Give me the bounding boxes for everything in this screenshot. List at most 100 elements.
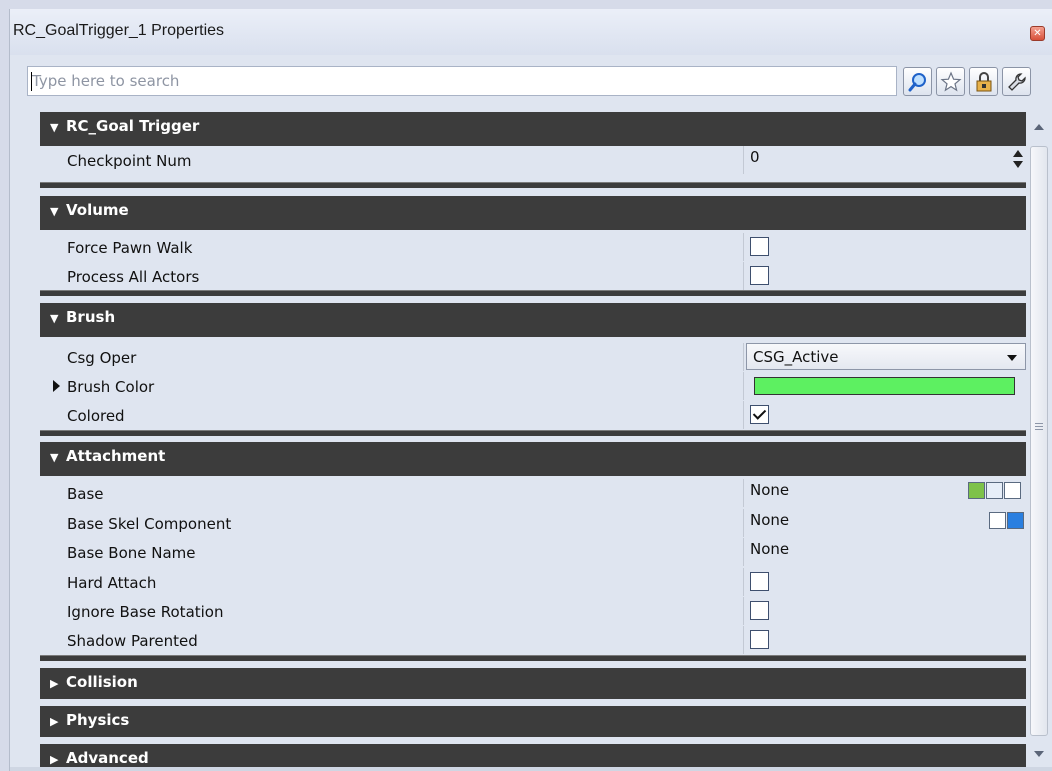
scroll-up-icon[interactable] [1034,124,1044,130]
column-divider[interactable] [743,568,744,596]
column-divider[interactable] [743,343,744,371]
column-divider[interactable] [743,538,744,566]
category-label: Brush [66,308,116,326]
checkpoint-num-field[interactable]: 0 [750,148,760,166]
csg-oper-dropdown[interactable]: CSG_Active [746,343,1026,370]
property-row-shadow-parented[interactable]: Shadow Parented [40,626,1026,654]
process-all-actors-checkbox[interactable] [750,266,769,285]
property-row-csg-oper[interactable]: Csg Oper CSG_Active [40,343,1026,371]
column-divider[interactable] [743,146,744,174]
category-footer [40,655,1026,661]
spin-down-icon[interactable] [1013,161,1023,168]
property-row-ignore-base-rotation[interactable]: Ignore Base Rotation [40,597,1026,625]
property-label: Base [67,485,104,503]
colored-checkbox[interactable] [750,405,769,424]
expand-arrow-icon[interactable] [53,380,60,392]
property-row-base-bone-name[interactable]: Base Bone Name None [40,538,1026,566]
star-icon [939,70,962,92]
category-volume[interactable]: ▼ Volume [40,196,1026,230]
column-divider[interactable] [743,372,744,400]
search-input[interactable] [28,67,896,95]
category-attachment[interactable]: ▼ Attachment [40,442,1026,476]
property-label: Csg Oper [67,349,137,367]
property-label: Force Pawn Walk [67,239,193,257]
clear-icon[interactable] [1004,482,1021,499]
close-icon: ✕ [1033,28,1042,39]
search-box[interactable] [27,66,897,96]
collapsed-arrow-icon: ▶ [50,677,59,690]
brush-color-swatch[interactable] [754,377,1015,395]
number-spinner[interactable] [1011,150,1025,172]
property-row-brush-color[interactable]: Brush Color [40,372,1026,400]
expanded-arrow-icon: ▼ [50,312,59,325]
grip-icon [1035,423,1043,432]
base-bone-name-field[interactable]: None [750,540,789,558]
property-label: Colored [67,407,125,425]
property-row-process-all-actors[interactable]: Process All Actors [40,262,1026,290]
property-row-colored[interactable]: Colored [40,401,1026,429]
force-pawn-walk-checkbox[interactable] [750,237,769,256]
ignore-base-rotation-checkbox[interactable] [750,601,769,620]
category-brush[interactable]: ▼ Brush [40,303,1026,337]
column-divider[interactable] [743,401,744,429]
column-divider[interactable] [743,597,744,625]
expanded-arrow-icon: ▼ [50,205,59,218]
property-label: Checkpoint Num [67,152,192,170]
clear-icon[interactable] [989,512,1006,529]
property-row-hard-attach[interactable]: Hard Attach [40,568,1026,596]
category-collision[interactable]: ▶ Collision [40,668,1026,699]
property-row-base-skel-component[interactable]: Base Skel Component None [40,509,1026,537]
column-divider[interactable] [743,262,744,290]
favorites-button[interactable] [936,67,965,96]
column-divider[interactable] [743,233,744,261]
vertical-scrollbar[interactable] [1028,112,1050,767]
category-label: Volume [66,201,129,219]
category-label: Advanced [66,749,149,767]
category-label: Collision [66,673,138,691]
collapsed-arrow-icon: ▶ [50,753,59,766]
property-row-checkpoint-num[interactable]: Checkpoint Num 0 [40,146,1026,174]
base-skel-component-value: None [750,511,790,529]
property-row-base[interactable]: Base None [40,479,1026,507]
collapsed-arrow-icon: ▶ [50,715,59,728]
category-footer [40,182,1026,188]
close-button[interactable]: ✕ [1030,26,1045,41]
lock-button[interactable] [969,67,998,96]
category-label: Physics [66,711,130,729]
shadow-parented-checkbox[interactable] [750,630,769,649]
base-skel-actions [989,512,1024,532]
expanded-arrow-icon: ▼ [50,451,59,464]
category-label: Attachment [66,447,166,465]
property-label: Base Bone Name [67,544,196,562]
window-title: RC_GoalTrigger_1 Properties [13,22,225,39]
properties-window: RC_GoalTrigger_1 Properties ✕ ▼ RC_Goal T… [9,9,1052,771]
property-label: Ignore Base Rotation [67,603,224,621]
hard-attach-checkbox[interactable] [750,572,769,591]
find-icon[interactable] [986,482,1003,499]
use-selected-icon[interactable] [968,482,985,499]
column-divider[interactable] [743,509,744,537]
column-divider[interactable] [743,479,744,507]
options-button[interactable] [1002,67,1031,96]
scrollbar-thumb[interactable] [1030,146,1048,736]
dropdown-value: CSG_Active [753,348,839,366]
category-footer [40,290,1026,296]
spin-up-icon[interactable] [1013,150,1023,157]
property-row-force-pawn-walk[interactable]: Force Pawn Walk [40,233,1026,261]
category-label: RC_Goal Trigger [66,117,200,135]
category-advanced[interactable]: ▶ Advanced [40,744,1026,767]
property-label: Shadow Parented [67,632,198,650]
property-label: Brush Color [67,378,155,396]
category-rc-goal-trigger[interactable]: ▼ RC_Goal Trigger [40,112,1026,146]
search-button[interactable] [903,67,932,96]
category-physics[interactable]: ▶ Physics [40,706,1026,737]
property-label: Hard Attach [67,574,157,592]
scroll-down-icon[interactable] [1034,751,1044,757]
base-actions [968,482,1021,502]
window-bottom-edge [10,767,1052,771]
column-divider[interactable] [743,626,744,654]
property-label: Process All Actors [67,268,200,286]
category-footer [40,430,1026,436]
dropdown-icon[interactable] [1007,512,1024,529]
property-grid: ▼ RC_Goal Trigger Checkpoint Num 0 ▼ Volum… [40,112,1026,767]
